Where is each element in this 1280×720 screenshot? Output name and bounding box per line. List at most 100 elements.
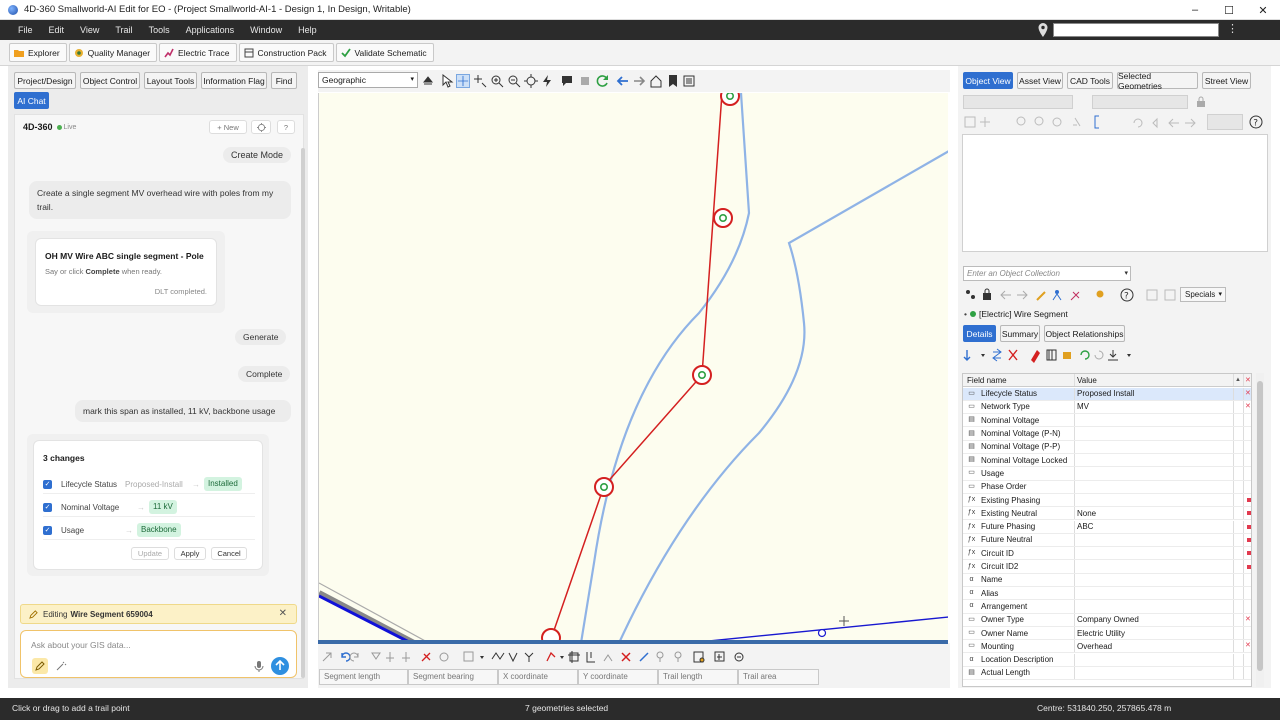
microphone-icon[interactable] [254,660,264,672]
field-value[interactable]: None [1077,509,1096,518]
attribute-row[interactable]: α Alias [963,587,1251,601]
grid-scrollbar[interactable] [1256,373,1264,687]
electric-trace-button[interactable]: Electric Trace [159,43,237,62]
trail-crosshair-icon[interactable] [456,74,470,88]
tab-project-design[interactable]: Project/Design [14,72,76,89]
details-toolbar-icons[interactable] [963,347,1143,363]
tab-street-view[interactable]: Street View [1202,72,1251,89]
chat-scrollbar[interactable] [301,148,305,678]
attribute-row[interactable]: ▤ Nominal Voltage Locked [963,454,1251,468]
help-button[interactable]: ? [277,120,295,134]
view-select[interactable]: Geographic ▾ [318,72,418,88]
close-button[interactable]: ✕ [1246,0,1280,20]
field-value[interactable]: Electric Utility [1077,629,1125,638]
object-collection-input[interactable]: Enter an Object Collection ▾ [963,266,1131,281]
map-canvas[interactable] [318,93,948,643]
menu-help[interactable]: Help [290,25,325,35]
tab-details[interactable]: Details [963,325,996,342]
field-value[interactable]: ABC [1077,522,1093,531]
map-geometry[interactable] [319,93,948,643]
quality-manager-button[interactable]: Quality Manager [68,43,158,62]
tab-object-view[interactable]: Object View [963,72,1013,89]
close-editing-icon[interactable]: ✕ [279,608,287,619]
attribute-row[interactable]: ƒx Future Neutral [963,533,1251,548]
tab-layout-tools[interactable]: Layout Tools [144,72,197,89]
attribute-row[interactable]: ƒx Future Phasing ABC [963,520,1251,534]
attribute-row[interactable]: ƒx Existing Phasing [963,493,1251,508]
attribute-row[interactable]: ƒx Circuit ID [963,547,1251,561]
global-search-input[interactable] [1053,23,1219,37]
field-value[interactable]: Overhead [1077,642,1112,651]
forward-arrow-icon[interactable] [632,74,646,88]
field-value[interactable]: Company Owned [1077,615,1139,624]
fit-extent-icon[interactable] [524,74,538,88]
info-bubble-icon[interactable] [560,74,574,88]
pole-marker[interactable] [692,365,712,385]
validate-schematic-button[interactable]: Validate Schematic [335,43,434,62]
value-header[interactable]: Value [1077,376,1097,385]
edit-toolbar-icons[interactable] [320,649,750,665]
object-toolbar-icons[interactable]: ? [963,286,1203,304]
target-button[interactable] [251,120,271,134]
attribute-row[interactable]: ▭ Phase Order [963,480,1251,494]
wand-icon[interactable] [55,660,67,672]
attribute-row[interactable]: ▤ Actual Length [963,666,1251,681]
tab-ai-chat[interactable]: AI Chat [14,92,49,109]
maximize-button[interactable]: ☐ [1212,0,1246,20]
update-button[interactable]: Update [131,547,169,560]
cancel-button[interactable]: Cancel [211,547,247,560]
tab-selected-geometries[interactable]: Selected Geometries [1117,71,1198,91]
tab-object-relationships[interactable]: Object Relationships [1044,325,1125,342]
sort-icon[interactable]: ▲ [1235,377,1241,383]
checkbox-checked-icon[interactable]: ✓ [43,526,52,535]
pole-marker[interactable] [713,208,733,228]
node-marker[interactable] [817,628,827,638]
attribute-row[interactable]: ▭ Usage [963,467,1251,481]
lightning-icon[interactable] [540,74,554,88]
menu-edit[interactable]: Edit [41,25,73,35]
checkbox-checked-icon[interactable]: ✓ [43,503,52,512]
zoom-out-icon[interactable] [507,74,521,88]
tab-asset-view[interactable]: Asset View [1017,72,1063,89]
attribute-row[interactable]: α Name [963,573,1251,587]
chat-input-box[interactable]: Ask about your GIS data... [20,630,297,678]
checkbox-checked-icon[interactable]: ✓ [43,480,52,489]
grid-scrollbar-thumb[interactable] [1257,381,1263,671]
back-arrow-icon[interactable] [616,74,630,88]
field-value[interactable]: MV [1077,402,1089,411]
trail-edit-icon[interactable] [473,74,487,88]
menu-file[interactable]: File [10,25,41,35]
attribute-row[interactable]: ▭ Owner Type Company Owned ✕ [963,613,1251,627]
send-button[interactable] [271,657,289,675]
apply-button[interactable]: Apply [174,547,206,560]
attribute-row[interactable]: α Location Description [963,653,1251,667]
zoom-in-icon[interactable] [490,74,504,88]
attribute-row[interactable]: ▤ Nominal Voltage (P-N) [963,427,1251,441]
menu-trail[interactable]: Trail [107,25,140,35]
draw-pen-button[interactable] [32,658,48,674]
tab-find[interactable]: Find [271,72,297,89]
select-pointer-icon[interactable] [440,74,454,88]
construction-pack-button[interactable]: Construction Pack [238,43,334,62]
new-chat-button[interactable]: + New [209,120,247,134]
menu-applications[interactable]: Applications [178,25,243,35]
help-circle-icon[interactable]: ? [1249,115,1263,129]
more-options-icon[interactable]: ⋮ [1227,23,1238,35]
attribute-row[interactable]: ▭ Lifecycle Status Proposed Install ✕ [963,387,1251,401]
mv-wire-segment[interactable] [550,93,723,640]
field-name-header[interactable]: Field name [967,376,1007,385]
pole-marker[interactable] [720,93,740,106]
explorer-button[interactable]: Explorer [9,43,67,62]
attribute-row[interactable]: ▭ Owner Name Electric Utility [963,626,1251,641]
tab-object-control[interactable]: Object Control [80,72,140,89]
minimize-button[interactable]: – [1178,0,1212,20]
tab-information-flag[interactable]: Information Flag [201,72,267,89]
attribute-row[interactable]: ▤ Nominal Voltage (P-P) [963,440,1251,454]
menu-view[interactable]: View [72,25,107,35]
location-pin-icon[interactable] [1037,23,1049,37]
tab-summary[interactable]: Summary [1000,325,1040,342]
menu-tools[interactable]: Tools [141,25,178,35]
attribute-row[interactable]: ƒx Circuit ID2 [963,560,1251,574]
home-icon[interactable] [649,74,663,88]
menu-window[interactable]: Window [242,25,290,35]
